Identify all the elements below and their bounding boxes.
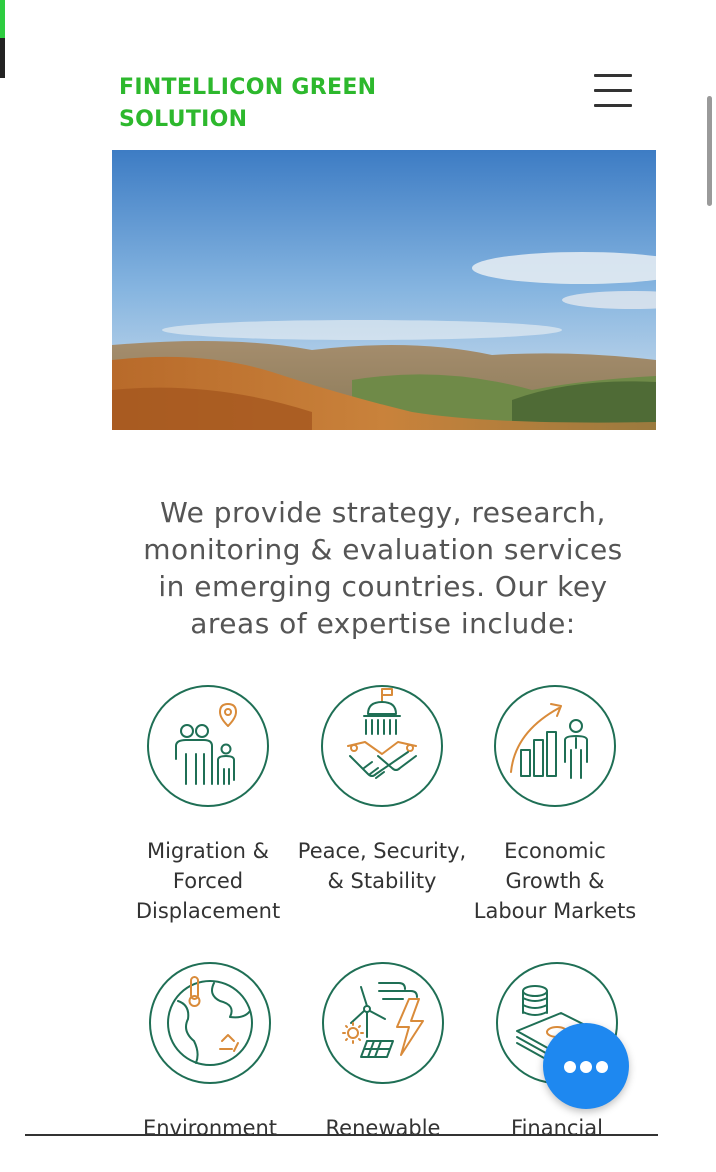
renewable-energy-icon[interactable]: [321, 961, 445, 1085]
area-label-migration: Migration & Forced Displacement: [135, 839, 281, 923]
hero-landscape-image: [112, 150, 656, 430]
site-logo[interactable]: FINTELLICON GREEN SOLUTION: [119, 72, 419, 136]
logo-line-1: FINTELLICON GREEN: [119, 75, 377, 100]
area-label-economic: Economic Growth & Labour Markets: [473, 839, 637, 923]
status-indicator-dark: [0, 38, 5, 78]
economic-growth-icon[interactable]: [493, 684, 617, 808]
logo-line-2: SOLUTION: [119, 107, 248, 132]
more-dots-icon: [564, 1061, 576, 1073]
intro-text: We provide strategy, research, monitorin…: [143, 496, 623, 640]
scrollbar[interactable]: [707, 96, 712, 206]
status-indicator: [0, 0, 5, 38]
peace-handshake-icon[interactable]: [320, 684, 444, 808]
bottom-bar: [0, 1136, 716, 1172]
migration-icon[interactable]: [146, 684, 270, 808]
more-dots-icon: [596, 1061, 608, 1073]
chat-fab-button[interactable]: [543, 1023, 629, 1109]
environment-globe-icon[interactable]: [148, 961, 272, 1085]
hamburger-menu-icon[interactable]: [590, 70, 636, 112]
area-label-peace: Peace, Security, & Stability: [297, 839, 467, 893]
more-dots-icon: [580, 1061, 592, 1073]
